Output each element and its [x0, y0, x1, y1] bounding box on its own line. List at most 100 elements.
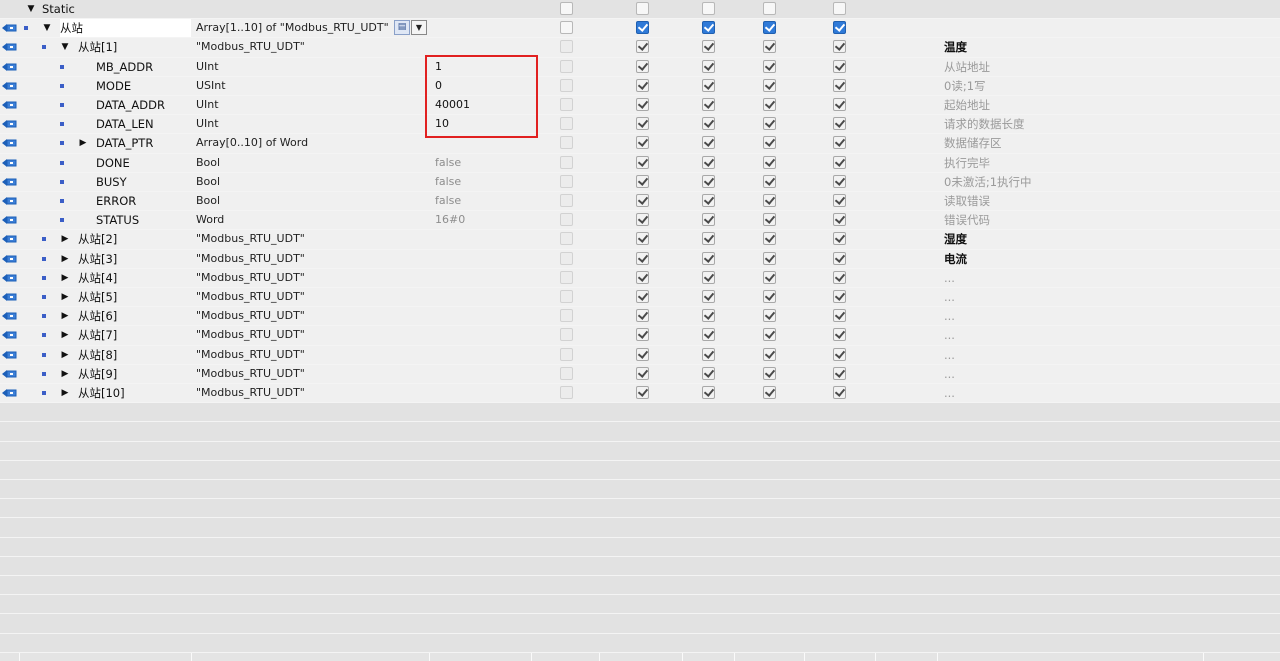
attribute-checkbox[interactable] — [763, 21, 776, 35]
attribute-checkbox[interactable] — [636, 251, 649, 265]
start-value-cell[interactable] — [435, 230, 530, 248]
data-type-cell[interactable]: Bool — [196, 192, 428, 210]
db-row-icon[interactable] — [2, 177, 17, 187]
attribute-checkbox[interactable] — [702, 270, 715, 284]
variable-name[interactable]: DONE — [96, 154, 191, 172]
db-row-icon[interactable] — [2, 119, 17, 129]
attribute-checkbox[interactable] — [763, 40, 776, 54]
data-type-cell[interactable]: "Modbus_RTU_UDT" — [196, 365, 428, 383]
variable-name[interactable]: MB_ADDR — [96, 58, 191, 76]
comment-cell[interactable]: 0读;1写 — [944, 77, 1202, 95]
db-row-icon[interactable] — [2, 311, 17, 321]
triangle-right-icon[interactable]: ▶ — [60, 369, 70, 379]
attribute-checkbox[interactable] — [560, 386, 573, 399]
attribute-checkbox[interactable] — [636, 386, 649, 399]
db-row-icon[interactable] — [2, 215, 17, 225]
comment-cell[interactable]: 错误代码 — [944, 211, 1202, 229]
attribute-checkbox[interactable] — [763, 98, 776, 111]
attribute-checkbox[interactable] — [702, 328, 715, 342]
start-value-cell[interactable]: false — [435, 173, 530, 191]
start-value-cell[interactable]: false — [435, 154, 530, 172]
triangle-right-icon[interactable]: ▶ — [60, 292, 70, 302]
data-type-cell[interactable] — [196, 0, 428, 18]
attribute-checkbox[interactable] — [636, 213, 649, 227]
comment-cell[interactable]: 数据储存区 — [944, 134, 1202, 152]
attribute-checkbox[interactable] — [763, 59, 776, 73]
comment-cell[interactable]: 0未激活;1执行中 — [944, 173, 1202, 191]
attribute-checkbox[interactable] — [833, 328, 846, 342]
comment-cell[interactable]: ... — [944, 384, 1202, 402]
variable-name[interactable]: DATA_PTR — [96, 134, 191, 152]
data-type-cell[interactable]: Bool — [196, 173, 428, 191]
comment-cell[interactable]: 执行完毕 — [944, 154, 1202, 172]
triangle-right-icon[interactable]: ▶ — [60, 273, 70, 283]
triangle-right-icon[interactable]: ▶ — [78, 138, 88, 148]
attribute-checkbox[interactable] — [636, 21, 649, 35]
attribute-checkbox[interactable] — [560, 136, 573, 150]
triangle-right-icon[interactable]: ▶ — [60, 311, 70, 321]
data-type-cell[interactable]: "Modbus_RTU_UDT" — [196, 250, 428, 268]
data-type-cell[interactable]: "Modbus_RTU_UDT" — [196, 307, 428, 325]
comment-cell[interactable]: ... — [944, 307, 1202, 325]
start-value-cell[interactable] — [435, 250, 530, 268]
attribute-checkbox[interactable] — [560, 270, 573, 284]
start-value-cell[interactable]: 40001 — [435, 96, 530, 114]
attribute-checkbox[interactable] — [833, 21, 846, 35]
attribute-checkbox[interactable] — [763, 347, 776, 361]
triangle-right-icon[interactable]: ▶ — [60, 330, 70, 340]
comment-cell[interactable]: ... — [944, 269, 1202, 287]
attribute-checkbox[interactable] — [560, 117, 573, 131]
start-value-cell[interactable] — [435, 288, 530, 306]
start-value-cell[interactable]: 1 — [435, 58, 530, 76]
attribute-checkbox[interactable] — [763, 366, 776, 380]
attribute-checkbox[interactable] — [560, 59, 573, 73]
variable-name[interactable]: 从站[8] — [78, 346, 191, 364]
attribute-checkbox[interactable] — [702, 251, 715, 265]
attribute-checkbox[interactable] — [636, 328, 649, 342]
attribute-checkbox[interactable] — [560, 290, 573, 303]
start-value-cell[interactable] — [435, 346, 530, 364]
variable-name[interactable]: 从站[6] — [78, 307, 191, 325]
attribute-checkbox[interactable] — [636, 347, 649, 361]
variable-name[interactable]: 从站[10] — [78, 384, 191, 402]
start-value-cell[interactable] — [435, 19, 530, 37]
attribute-checkbox[interactable] — [636, 270, 649, 284]
attribute-checkbox[interactable] — [560, 21, 573, 35]
attribute-checkbox[interactable] — [560, 194, 573, 207]
type-dropdown-button[interactable]: ▼ — [411, 20, 427, 36]
data-type-cell[interactable]: "Modbus_RTU_UDT" — [196, 288, 428, 306]
attribute-checkbox[interactable] — [702, 59, 715, 73]
attribute-checkbox[interactable] — [702, 232, 715, 246]
attribute-checkbox[interactable] — [560, 347, 573, 361]
attribute-checkbox[interactable] — [833, 232, 846, 246]
attribute-checkbox[interactable] — [833, 270, 846, 284]
attribute-checkbox[interactable] — [560, 40, 573, 54]
attribute-checkbox[interactable] — [702, 194, 715, 207]
db-row-icon[interactable] — [2, 100, 17, 110]
attribute-checkbox[interactable] — [636, 366, 649, 380]
variable-name[interactable]: DATA_ADDR — [96, 96, 191, 114]
start-value-cell[interactable] — [435, 0, 530, 18]
data-type-cell[interactable]: "Modbus_RTU_UDT" — [196, 346, 428, 364]
variable-name[interactable]: MODE — [96, 77, 191, 95]
comment-cell[interactable] — [944, 19, 1202, 37]
data-type-cell[interactable]: UInt — [196, 115, 428, 133]
attribute-checkbox[interactable] — [560, 174, 573, 188]
attribute-checkbox[interactable] — [763, 213, 776, 227]
attribute-checkbox[interactable] — [763, 174, 776, 188]
data-type-cell[interactable]: UInt — [196, 96, 428, 114]
attribute-checkbox[interactable] — [702, 2, 715, 15]
attribute-checkbox[interactable] — [763, 309, 776, 323]
db-row-icon[interactable] — [2, 350, 17, 360]
attribute-checkbox[interactable] — [833, 213, 846, 227]
db-row-icon[interactable] — [2, 158, 17, 168]
db-row-icon[interactable] — [2, 254, 17, 264]
attribute-checkbox[interactable] — [833, 251, 846, 265]
start-value-cell[interactable]: 10 — [435, 115, 530, 133]
attribute-checkbox[interactable] — [833, 155, 846, 169]
data-type-cell[interactable]: USInt — [196, 77, 428, 95]
attribute-checkbox[interactable] — [763, 328, 776, 342]
start-value-cell[interactable] — [435, 365, 530, 383]
attribute-checkbox[interactable] — [833, 174, 846, 188]
variable-name[interactable]: DATA_LEN — [96, 115, 191, 133]
